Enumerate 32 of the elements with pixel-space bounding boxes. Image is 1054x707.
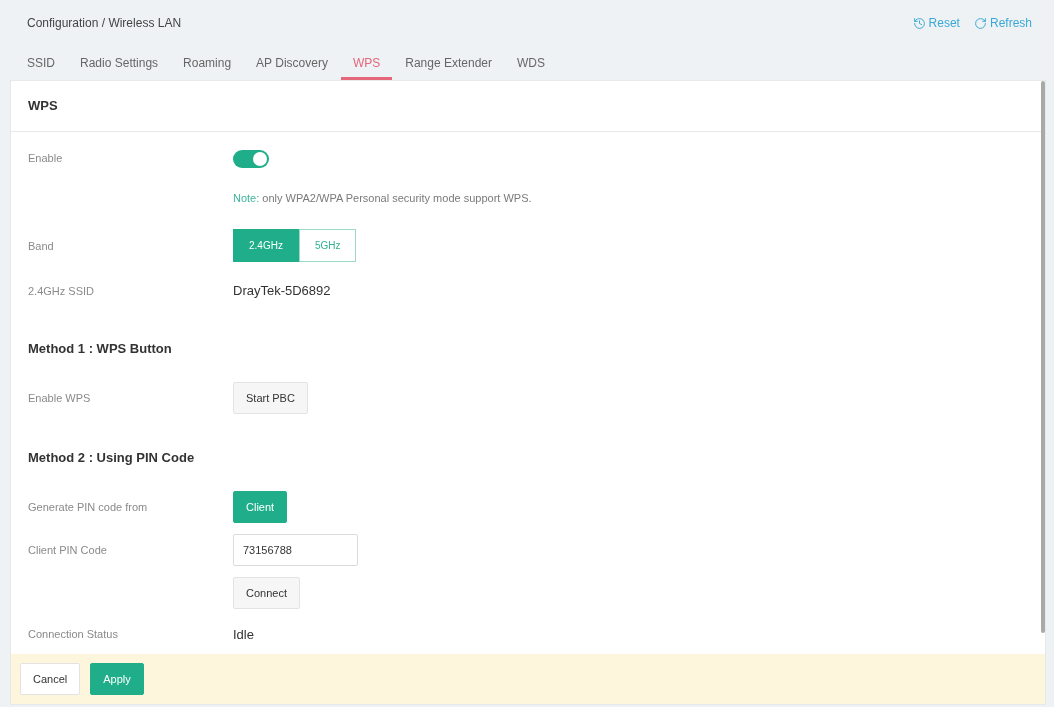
- tab[interactable]: SSID: [15, 46, 67, 80]
- input-field[interactable]: 73156788: [233, 534, 358, 567]
- field-label: Connection Status: [28, 627, 118, 643]
- section-heading: Method 2 : Using PIN Code: [28, 449, 195, 467]
- tab[interactable]: WDS: [505, 46, 557, 80]
- primary-button[interactable]: Apply: [90, 663, 144, 695]
- field-value: Idle: [233, 625, 254, 644]
- button[interactable]: Start PBC: [233, 382, 308, 414]
- toggle-switch[interactable]: [233, 149, 269, 168]
- tab[interactable]: Roaming: [171, 46, 244, 80]
- button[interactable]: Connect: [233, 577, 300, 610]
- tab[interactable]: Radio Settings: [68, 46, 171, 80]
- tab[interactable]: Range Extender: [393, 46, 504, 80]
- segment-option[interactable]: 2.4GHz: [233, 229, 299, 263]
- breadcrumb: Configuration / Wireless LAN: [27, 15, 182, 32]
- field-label: Client PIN Code: [28, 542, 107, 558]
- field-label: Enable: [28, 151, 63, 167]
- history-icon: [912, 16, 926, 30]
- field-label: Band: [28, 238, 54, 254]
- note-text: Note: only WPA2/WPA Personal security mode support WPS.: [233, 190, 532, 206]
- field-value: DrayTek-5D6892: [233, 282, 331, 301]
- field-label: 2.4GHz SSID: [28, 283, 95, 299]
- field-label: Enable WPS: [28, 390, 91, 406]
- refresh-icon: [973, 16, 987, 30]
- tab[interactable]: AP Discovery: [244, 46, 340, 80]
- scrollbar[interactable]: [1041, 81, 1045, 633]
- panel-title: WPS: [28, 97, 58, 116]
- segment-option[interactable]: 5GHz: [298, 229, 357, 263]
- button[interactable]: Cancel: [20, 663, 81, 695]
- primary-button[interactable]: Client: [233, 491, 288, 524]
- section-heading: Method 1 : WPS Button: [28, 339, 172, 358]
- field-label: Generate PIN code from: [28, 499, 148, 515]
